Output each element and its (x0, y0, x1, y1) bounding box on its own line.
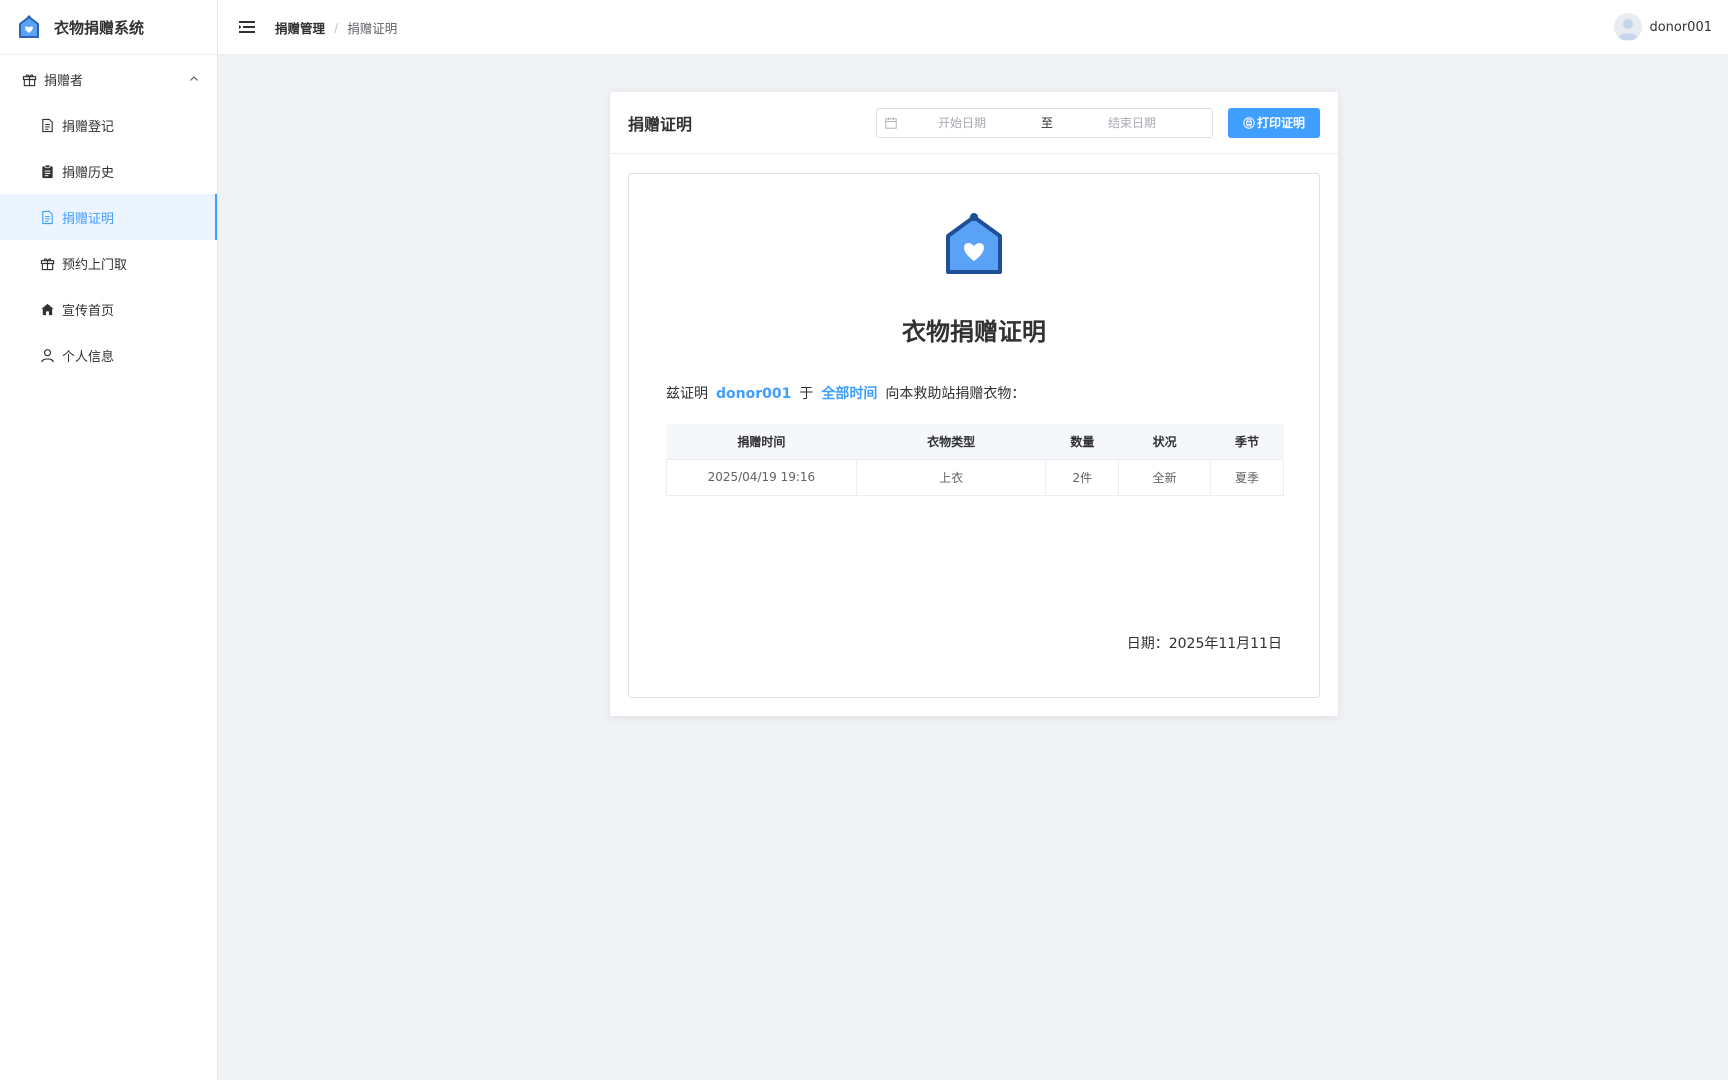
donation-bag-logo-icon (19, 15, 39, 38)
gift-icon (40, 257, 55, 270)
column-header-quantity: 数量 (1045, 424, 1119, 460)
gift-icon (22, 73, 37, 86)
top-header: 捐赠管理 / 捐赠证明 donor001 (218, 0, 1728, 55)
clipboard-icon (42, 164, 53, 178)
avatar[interactable] (1614, 13, 1643, 41)
sidebar-item-donation-certificate[interactable]: 捐赠证明 (0, 194, 217, 240)
sidebar-item-label: 捐赠历史 (62, 165, 115, 181)
donation-bag-icon (946, 213, 1002, 274)
start-date-input[interactable]: 开始日期 (897, 114, 1027, 131)
cell-condition: 全新 (1118, 459, 1212, 496)
table-header-row: 捐赠时间 衣物类型 数量 状况 季节 (666, 424, 1284, 460)
certificate-card: 捐赠证明 开始日期 至 结束日期 打印证明 衣物捐赠证明 兹证明 donor00… (610, 92, 1338, 716)
breadcrumb-separator: / (334, 19, 339, 35)
sidebar-item-label: 个人信息 (62, 349, 115, 365)
column-header-season: 季节 (1210, 424, 1284, 460)
print-certificate-button[interactable]: 打印证明 (1228, 107, 1320, 138)
app-logo-bar[interactable]: 衣物捐赠系统 (0, 0, 217, 55)
end-date-input[interactable]: 结束日期 (1067, 114, 1197, 131)
home-icon (41, 303, 54, 315)
statement-suffix: 向本救助站捐赠衣物： (885, 386, 1026, 402)
certificate-document: 衣物捐赠证明 兹证明 donor001 于 全部时间 向本救助站捐赠衣物： 捐赠… (628, 173, 1320, 698)
document-icon (42, 210, 53, 224)
print-button-label: 打印证明 (1256, 116, 1305, 130)
statement-prefix: 兹证明 (666, 386, 708, 402)
avatar-user-icon (1618, 19, 1639, 40)
certificate-title: 衣物捐赠证明 (902, 318, 1046, 346)
sidebar-item-label: 宣传首页 (62, 303, 115, 319)
column-header-donation-time: 捐赠时间 (666, 424, 857, 460)
cell-quantity: 2件 (1045, 459, 1120, 496)
calendar-icon (885, 117, 897, 129)
sidebar-item-label: 预约上门取 (62, 257, 128, 273)
cell-clothing-type: 上衣 (856, 459, 1047, 496)
donation-table: 捐赠时间 衣物类型 数量 状况 季节 2025/04/19 19:16 上衣 2… (666, 424, 1284, 496)
column-header-condition: 状况 (1118, 424, 1211, 460)
cell-donation-time: 2025/04/19 19:16 (666, 459, 857, 496)
donation-period: 全部时间 (821, 386, 878, 402)
user-icon (41, 348, 54, 362)
username: donor001 (1649, 19, 1712, 35)
menu-group-donor[interactable]: 捐赠者 (0, 56, 217, 102)
printer-icon (1243, 116, 1255, 129)
date-range-picker[interactable]: 开始日期 至 结束日期 (876, 107, 1213, 138)
menu-toggle-icon[interactable] (239, 20, 255, 34)
certificate-statement: 兹证明 donor001 于 全部时间 向本救助站捐赠衣物： (666, 383, 1025, 403)
sidebar-item-label: 捐赠证明 (62, 211, 115, 227)
sidebar-item-donation-history[interactable]: 捐赠历史 (0, 148, 217, 194)
sidebar-item-pickup-appointment[interactable]: 预约上门取 (0, 240, 217, 286)
date-range-separator: 至 (1040, 116, 1053, 130)
card-title: 捐赠证明 (628, 114, 693, 134)
certificate-date: 日期：2025年11月11日 (1126, 636, 1282, 652)
chevron-up-icon[interactable] (189, 74, 199, 84)
statement-mid: 于 (799, 386, 814, 402)
app-title: 衣物捐赠系统 (54, 18, 145, 37)
sidebar: 衣物捐赠系统 捐赠者 捐赠登记 捐赠历史 捐赠证明 预约上门取 宣传首页 个人信… (0, 0, 218, 1080)
sidebar-item-profile[interactable]: 个人信息 (0, 332, 217, 378)
menu-group-label: 捐赠者 (44, 73, 84, 89)
donor-name: donor001 (716, 386, 792, 402)
breadcrumb-item-current: 捐赠证明 (347, 20, 398, 36)
document-icon (42, 118, 53, 132)
sidebar-item-donation-register[interactable]: 捐赠登记 (0, 102, 217, 148)
sidebar-item-promo-home[interactable]: 宣传首页 (0, 286, 217, 332)
cell-season: 夏季 (1210, 459, 1284, 496)
table-row: 2025/04/19 19:16 上衣 2件 全新 夏季 (666, 459, 1284, 496)
card-header: 捐赠证明 开始日期 至 结束日期 打印证明 (610, 92, 1338, 154)
user-menu[interactable]: donor001 (1614, 13, 1712, 41)
breadcrumb: 捐赠管理 / 捐赠证明 (275, 18, 397, 37)
breadcrumb-item-donation-management[interactable]: 捐赠管理 (275, 18, 325, 37)
sidebar-item-label: 捐赠登记 (62, 119, 115, 135)
column-header-clothing-type: 衣物类型 (856, 424, 1046, 460)
